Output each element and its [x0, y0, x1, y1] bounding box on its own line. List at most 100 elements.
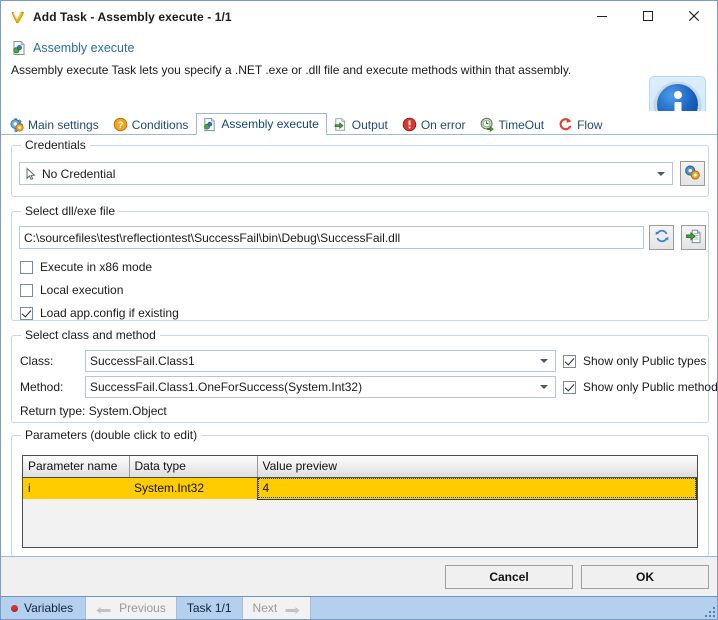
tab-timeout[interactable]: TimeOut — [474, 113, 553, 135]
parameters-group-label: Parameters (double click to edit) — [21, 428, 202, 442]
checkbox-label: Local execution — [40, 283, 124, 297]
tab-label: Flow — [577, 117, 603, 132]
chevron-down-icon[interactable] — [537, 351, 551, 371]
window-controls — [579, 0, 717, 34]
checkbox-box[interactable] — [20, 306, 33, 320]
header-title: Assembly execute — [33, 41, 135, 55]
tab-label: Output — [351, 117, 388, 132]
next-label: Next — [252, 601, 278, 615]
close-button[interactable] — [671, 0, 717, 31]
next-task-button[interactable]: Next — [243, 597, 311, 619]
class-value: SuccessFail.Class1 — [90, 354, 195, 368]
tab-on-error[interactable]: On error — [396, 113, 474, 135]
checkbox-load-app-config[interactable]: Load app.config if existing — [20, 306, 179, 320]
question-icon: ? — [113, 117, 128, 132]
cancel-button[interactable]: Cancel — [445, 564, 573, 589]
tab-main-settings[interactable]: Main settings — [3, 113, 107, 135]
arrow-right-icon — [285, 604, 300, 614]
tab-label: Assembly execute — [221, 117, 319, 131]
task-label: Task 1/1 — [186, 601, 232, 615]
dialog-window: Add Task - Assembly execute - 1/1 Assemb… — [0, 0, 718, 620]
tab-flow[interactable]: Flow — [552, 113, 610, 135]
select-file-group-label: Select dll/exe file — [21, 204, 120, 218]
class-combobox[interactable]: SuccessFail.Class1 — [85, 350, 556, 372]
dialog-footer: Cancel OK — [1, 556, 717, 596]
checkbox-show-public-methods[interactable]: Show only Public methods — [563, 380, 717, 394]
assembly-execute-icon — [202, 117, 217, 132]
ok-button[interactable]: OK — [581, 564, 709, 589]
credential-value: No Credential — [42, 166, 116, 181]
status-bar: Variables Previous Task 1/1 Next — [1, 596, 717, 619]
checkbox-local-execution[interactable]: Local execution — [20, 283, 123, 297]
browse-file-icon — [685, 228, 702, 248]
return-type-label: Return type: System.Object — [20, 404, 167, 418]
checkbox-label: Show only Public types — [583, 354, 707, 368]
cursor-icon — [24, 166, 38, 181]
tab-label: On error — [420, 117, 466, 132]
tab-label: Conditions — [131, 117, 189, 132]
table-row[interactable]: i System.Int32 4 — [23, 476, 697, 500]
tab-output[interactable]: Output — [327, 113, 396, 135]
tab-conditions[interactable]: ? Conditions — [107, 113, 197, 135]
window-title: Add Task - Assembly execute - 1/1 — [33, 10, 232, 24]
output-icon — [333, 117, 348, 132]
header-title-row: Assembly execute — [1, 34, 717, 56]
tab-label: Main settings — [28, 117, 99, 132]
timeout-icon — [480, 117, 495, 133]
select-class-method-group-label: Select class and method — [21, 328, 160, 342]
checkbox-label: Execute in x86 mode — [40, 260, 153, 274]
chevron-down-icon[interactable] — [654, 163, 668, 184]
resize-grip[interactable] — [702, 604, 715, 617]
checkbox-box[interactable] — [563, 380, 576, 394]
maximize-button[interactable] — [625, 0, 671, 31]
select-class-method-group: Select class and method Class: SuccessFa… — [11, 328, 717, 423]
cell-parameter-name[interactable]: i — [23, 477, 129, 499]
chevron-down-icon[interactable] — [537, 377, 551, 397]
tab-label: TimeOut — [498, 117, 545, 132]
credential-combobox[interactable]: No Credential — [19, 162, 673, 185]
current-task-indicator[interactable]: Task 1/1 — [175, 597, 243, 619]
method-value: SuccessFail.Class1.OneForSuccess(System.… — [90, 380, 363, 394]
credentials-group: Credentials No Credential — [11, 138, 709, 197]
file-path-input[interactable]: C:\sourcefiles\test\reflectiontest\Succe… — [19, 226, 644, 249]
checkbox-box[interactable] — [20, 283, 33, 297]
credentials-gear-icon — [684, 164, 701, 184]
refresh-button[interactable] — [649, 225, 674, 250]
method-label: Method: — [20, 380, 64, 394]
error-icon — [402, 117, 417, 132]
minimize-button[interactable] — [579, 0, 625, 31]
column-header-data-type[interactable]: Data type — [129, 456, 258, 478]
status-variables-button[interactable]: Variables — [1, 597, 85, 619]
checkbox-label: Load app.config if existing — [40, 306, 179, 320]
checkbox-execute-x86[interactable]: Execute in x86 mode — [20, 260, 152, 274]
gear-icon — [9, 117, 24, 133]
column-header-parameter-name[interactable]: Parameter name — [23, 456, 130, 478]
previous-task-button[interactable]: Previous — [86, 597, 176, 619]
title-bar: Add Task - Assembly execute - 1/1 — [1, 0, 717, 34]
grid-header-row: Parameter name Data type Value preview — [23, 456, 697, 478]
checkbox-show-public-types[interactable]: Show only Public types — [563, 354, 706, 368]
browse-file-button[interactable] — [681, 225, 706, 250]
method-combobox[interactable]: SuccessFail.Class1.OneForSuccess(System.… — [85, 376, 556, 398]
checkbox-box[interactable] — [563, 354, 576, 368]
arrow-left-icon — [96, 604, 111, 614]
tab-strip: Main settings ? Conditions Assembly exec… — [1, 111, 717, 135]
parameters-grid[interactable]: Parameter name Data type Value preview i… — [22, 455, 698, 548]
class-label: Class: — [20, 354, 54, 368]
checkbox-box[interactable] — [20, 260, 33, 274]
status-task-nav: Previous Task 1/1 Next — [85, 597, 312, 619]
select-file-group: Select dll/exe file C:\sourcefiles\test\… — [11, 204, 709, 321]
cell-value-preview[interactable]: 4 — [256, 476, 697, 500]
visualcron-logo-icon — [10, 9, 26, 25]
credentials-group-label: Credentials — [21, 138, 90, 152]
cell-data-type[interactable]: System.Int32 — [129, 477, 257, 499]
column-header-value-preview[interactable]: Value preview — [257, 456, 697, 478]
assembly-execute-icon — [11, 40, 27, 56]
credentials-settings-button[interactable] — [680, 161, 705, 186]
previous-label: Previous — [119, 601, 166, 615]
tab-assembly-execute[interactable]: Assembly execute — [196, 113, 327, 135]
flow-icon — [558, 117, 573, 132]
parameters-group: Parameters (double click to edit) Parame… — [11, 428, 709, 556]
status-variables-label: Variables — [24, 601, 74, 615]
tab-content-assembly-execute: Credentials No Credential Select dll/exe… — [1, 135, 717, 556]
